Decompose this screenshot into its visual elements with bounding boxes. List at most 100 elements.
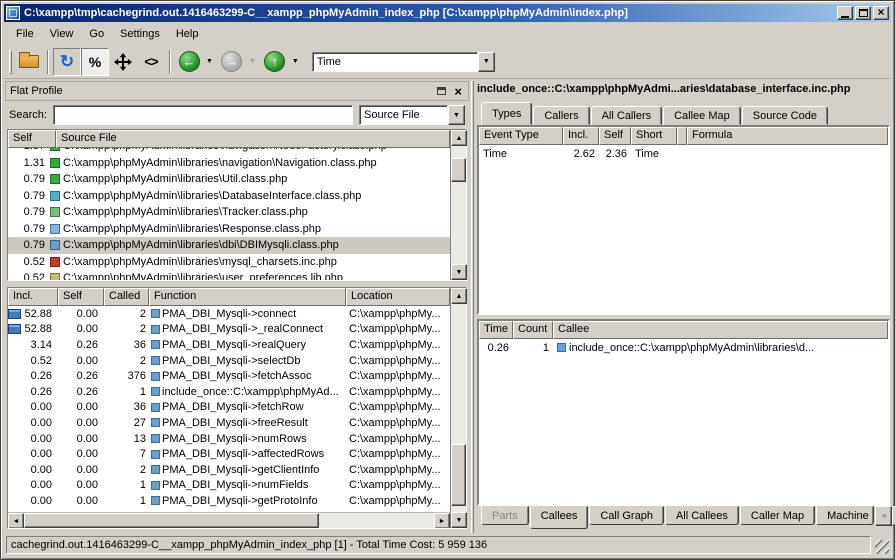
table-row[interactable]: 52.880.002PMA_DBI_Mysqli->connectC:\xamp… bbox=[8, 306, 450, 322]
tab-all-callees[interactable]: All Callees bbox=[665, 506, 739, 525]
scrollbar-thumb[interactable] bbox=[24, 513, 319, 528]
column-header-formula[interactable]: Formula bbox=[687, 127, 888, 145]
column-header-short[interactable]: Short bbox=[631, 127, 677, 145]
tab-types[interactable]: Types bbox=[481, 102, 532, 125]
panel-splitter[interactable] bbox=[471, 81, 474, 533]
list-item[interactable]: 0.79C:\xampp\phpMyAdmin\libraries\Respon… bbox=[8, 221, 450, 238]
table-row[interactable]: Time2.622.36Time bbox=[479, 145, 888, 162]
back-dropdown-arrow[interactable]: ▼ bbox=[206, 58, 213, 65]
relative-to-parent-button[interactable] bbox=[109, 48, 137, 76]
cell-incl: 0.26 bbox=[8, 370, 58, 382]
up-dropdown-arrow[interactable]: ▼ bbox=[292, 58, 299, 65]
scroll-down-icon[interactable]: ▼ bbox=[451, 264, 467, 280]
list-item[interactable]: 0.79C:\xampp\phpMyAdmin\libraries\Tracke… bbox=[8, 204, 450, 221]
column-header-called[interactable]: Called bbox=[104, 288, 149, 306]
column-header-source-file[interactable]: Source File bbox=[56, 130, 450, 148]
scroll-down-icon[interactable]: ▼ bbox=[451, 512, 467, 528]
open-file-button[interactable] bbox=[15, 48, 43, 76]
table-row[interactable]: 0.260.26376PMA_DBI_Mysqli->fetchAssocC:\… bbox=[8, 368, 450, 384]
tab-machine[interactable]: Machine bbox=[816, 506, 874, 525]
table-row[interactable]: 52.880.002PMA_DBI_Mysqli->_realConnectC:… bbox=[8, 322, 450, 338]
tab-caller-map[interactable]: Caller Map bbox=[740, 506, 815, 525]
close-button[interactable]: × bbox=[873, 6, 889, 20]
tab-callers[interactable]: Callers bbox=[533, 106, 589, 125]
titlebar[interactable]: C:\xampp\tmp\cachegrind.out.1416463299-C… bbox=[4, 4, 891, 22]
column-header-event-type[interactable]: Event Type bbox=[479, 127, 563, 145]
table-row[interactable]: 0.000.0027PMA_DBI_Mysqli->freeResultC:\x… bbox=[8, 415, 450, 431]
menu-settings[interactable]: Settings bbox=[113, 26, 167, 42]
toolbar-handle[interactable] bbox=[9, 50, 12, 74]
back-button[interactable]: ← bbox=[175, 48, 203, 76]
file-list-vscrollbar[interactable]: ▲ ▼ bbox=[450, 130, 466, 280]
up-button[interactable]: ↑ bbox=[261, 48, 289, 76]
tab-callee-map[interactable]: Callee Map bbox=[663, 106, 741, 125]
table-row[interactable]: 0.000.0013PMA_DBI_Mysqli->numRowsC:\xamp… bbox=[8, 431, 450, 447]
table-row[interactable]: 0.000.0036PMA_DBI_Mysqli->fetchRowC:\xam… bbox=[8, 400, 450, 416]
tab-scroll-left-icon[interactable]: ◄ bbox=[875, 506, 892, 526]
minimize-button[interactable] bbox=[837, 6, 853, 20]
tab-all-callers[interactable]: All Callers bbox=[591, 106, 663, 125]
list-item[interactable]: 0.79C:\xampp\phpMyAdmin\libraries\dbi\DB… bbox=[8, 237, 450, 254]
function-table-hscrollbar[interactable]: ◄ ► bbox=[8, 512, 450, 528]
grouping-combobox[interactable]: Source File ▼ bbox=[359, 105, 465, 125]
column-header-time[interactable]: Time bbox=[479, 321, 513, 339]
forward-dropdown-arrow[interactable]: ▼ bbox=[249, 58, 256, 65]
column-header-incl[interactable]: Incl. bbox=[8, 288, 58, 306]
scroll-up-icon[interactable]: ▲ bbox=[451, 288, 467, 304]
table-row[interactable]: 0.261include_once::C:\xampp\phpMyAdmin\l… bbox=[479, 339, 888, 356]
column-header-self[interactable]: Self bbox=[8, 130, 56, 148]
column-header-function[interactable]: Function bbox=[149, 288, 346, 306]
percent-relative-button[interactable]: % bbox=[81, 48, 109, 76]
cell-callee: include_once::C:\xampp\phpMyAdmin\librar… bbox=[553, 342, 888, 354]
cell-self: 0.26 bbox=[58, 370, 104, 382]
scrollbar-track[interactable] bbox=[24, 513, 434, 528]
column-header-callee[interactable]: Callee bbox=[553, 321, 888, 339]
dock-close-icon[interactable]: × bbox=[454, 85, 462, 98]
maximize-button[interactable] bbox=[855, 6, 871, 20]
scroll-up-icon[interactable]: ▲ bbox=[451, 130, 467, 146]
table-row[interactable]: 0.520.002PMA_DBI_Mysqli->selectDbC:\xamp… bbox=[8, 353, 450, 369]
table-row[interactable]: 0.000.007PMA_DBI_Mysqli->affectedRowsC:\… bbox=[8, 446, 450, 462]
table-row[interactable]: 0.000.001PMA_DBI_Mysqli->getProtoInfoC:\… bbox=[8, 493, 450, 509]
menu-go[interactable]: Go bbox=[82, 26, 111, 42]
tab-source-code[interactable]: Source Code bbox=[742, 106, 828, 125]
dock-float-icon[interactable] bbox=[437, 87, 446, 95]
dock-titlebar[interactable]: Flat Profile × bbox=[5, 81, 469, 101]
forward-button[interactable]: → bbox=[218, 48, 246, 76]
function-table-vscrollbar[interactable]: ▲ ▼ bbox=[450, 288, 466, 528]
list-item[interactable]: 0.79C:\xampp\phpMyAdmin\libraries\Databa… bbox=[8, 188, 450, 205]
scrollbar-thumb[interactable] bbox=[451, 444, 466, 506]
file-color-icon bbox=[50, 224, 60, 234]
reload-button[interactable]: ↻ bbox=[53, 48, 81, 76]
list-item[interactable]: 0.79C:\xampp\phpMyAdmin\libraries\Util.c… bbox=[8, 171, 450, 188]
tab-callees[interactable]: Callees bbox=[530, 506, 589, 529]
list-item[interactable]: 0.52C:\xampp\phpMyAdmin\libraries\mysql_… bbox=[8, 254, 450, 271]
scrollbar-thumb[interactable] bbox=[451, 158, 466, 182]
table-row[interactable]: 0.000.002PMA_DBI_Mysqli->getClientInfoC:… bbox=[8, 462, 450, 478]
menu-view[interactable]: View bbox=[43, 26, 81, 42]
column-header-self[interactable]: Self bbox=[599, 127, 631, 145]
menu-help[interactable]: Help bbox=[169, 26, 206, 42]
list-item[interactable]: 0.52C:\xampp\phpMyAdmin\libraries\user_p… bbox=[8, 270, 450, 280]
table-row[interactable]: 0.260.261include_once::C:\xampp\phpMyAd.… bbox=[8, 384, 450, 400]
scroll-left-icon[interactable]: ◄ bbox=[8, 513, 24, 528]
column-header-location[interactable]: Location bbox=[346, 288, 450, 306]
scrollbar-track[interactable] bbox=[451, 304, 466, 512]
table-row[interactable]: 0.000.001PMA_DBI_Mysqli->numFieldsC:\xam… bbox=[8, 478, 450, 494]
cycle-grouping-button[interactable]: <> bbox=[137, 48, 165, 76]
scrollbar-track[interactable] bbox=[451, 146, 466, 264]
resize-grip[interactable] bbox=[875, 540, 889, 554]
column-header-self[interactable]: Self bbox=[58, 288, 104, 306]
scroll-right-icon[interactable]: ► bbox=[434, 513, 450, 528]
tab-call-graph[interactable]: Call Graph bbox=[589, 506, 664, 525]
combobox-dropdown-button[interactable]: ▼ bbox=[478, 52, 495, 72]
column-header-spacer[interactable] bbox=[677, 127, 687, 145]
list-item[interactable]: 1.31C:\xampp\phpMyAdmin\libraries\naviga… bbox=[8, 155, 450, 172]
column-header-count[interactable]: Count bbox=[513, 321, 553, 339]
menu-file[interactable]: File bbox=[9, 26, 41, 42]
combobox-dropdown-button[interactable]: ▼ bbox=[448, 105, 465, 125]
event-type-combobox[interactable]: Time ▼ bbox=[312, 52, 495, 72]
column-header-incl[interactable]: Incl. bbox=[563, 127, 599, 145]
table-row[interactable]: 3.140.2636PMA_DBI_Mysqli->realQueryC:\xa… bbox=[8, 337, 450, 353]
search-input[interactable] bbox=[53, 105, 353, 125]
